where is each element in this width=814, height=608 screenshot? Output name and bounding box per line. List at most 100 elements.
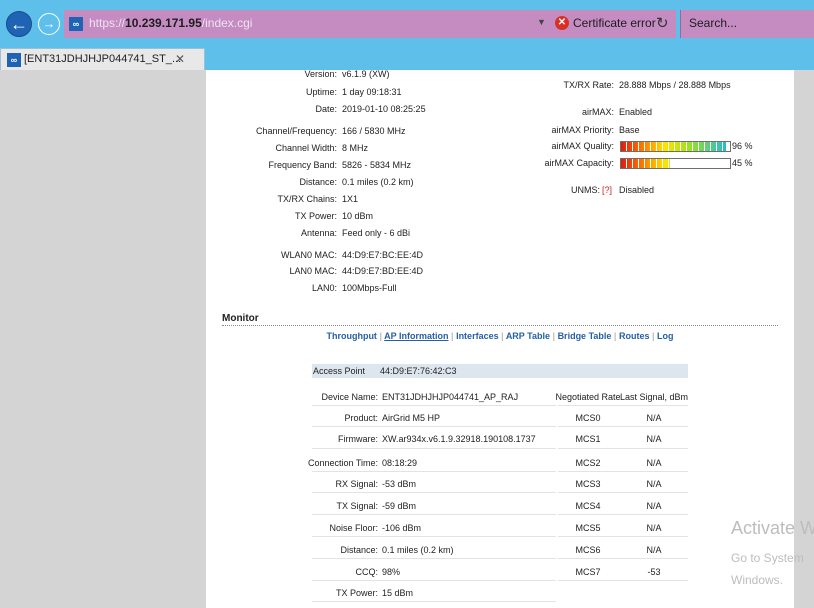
nav-link-bridge-table[interactable]: Bridge Table — [558, 331, 612, 341]
signal-cell: N/A — [646, 501, 662, 511]
airmax-label: airMAX: — [581, 107, 614, 117]
activation-watermark-line: Go to System — [731, 551, 804, 565]
url-host: 10.239.171.95 — [125, 16, 202, 30]
unms-help-link[interactable]: [?] — [602, 185, 612, 195]
detail-value: XW.ar934x.v6.1.9.32918.190108.1737 — [382, 434, 536, 444]
detail-label: TX Power: — [335, 588, 378, 598]
tab-active[interactable]: ∞ [ENT31JDHJHJP044741_ST_... ✕ — [0, 48, 205, 70]
col-header-signal: Last Signal, dBm — [620, 392, 689, 402]
detail-value: 0.1 miles (0.2 km) — [382, 545, 454, 555]
airmax-capacity-label: airMAX Capacity: — [544, 158, 614, 168]
tab-title: [ENT31JDHJHJP044741_ST_... — [24, 53, 182, 65]
activation-watermark-title: Activate W — [731, 518, 814, 538]
url-prefix: https:// — [89, 16, 126, 30]
detail-value: -106 dBm — [382, 523, 422, 533]
nav-link-interfaces[interactable]: Interfaces — [456, 331, 499, 341]
search-placeholder: Search... — [689, 16, 738, 30]
certificate-error-label[interactable]: Certificate error — [573, 16, 656, 30]
nav-link-throughput[interactable]: Throughput — [326, 331, 376, 341]
row-divider — [312, 558, 556, 559]
signal-cell: -53 — [647, 567, 661, 577]
row-divider — [312, 426, 556, 427]
refresh-icon[interactable]: ↻ — [656, 14, 669, 32]
tab-favicon-icon: ∞ — [7, 53, 21, 67]
detail-value: 98% — [382, 567, 401, 577]
signal-cell: N/A — [646, 434, 662, 444]
status-value: 44:D9:E7:BD:EE:4D — [342, 266, 424, 276]
signal-cell: N/A — [646, 479, 662, 489]
row-divider — [312, 448, 556, 449]
status-value: 1 day 09:18:31 — [342, 87, 402, 97]
detail-label: CCQ: — [355, 567, 379, 577]
url-dropdown-icon[interactable]: ▼ — [537, 17, 546, 27]
detail-label: Distance: — [340, 545, 378, 555]
detail-label: TX Signal: — [336, 501, 378, 511]
status-value: 166 / 5830 MHz — [342, 126, 406, 136]
rate-cell: MCS5 — [575, 523, 601, 533]
status-label: Date: — [315, 104, 337, 114]
row-divider — [558, 580, 688, 581]
ap-header-bar — [312, 364, 688, 378]
nav-link-log[interactable]: Log — [657, 331, 674, 341]
detail-value: ENT31JDHJHJP044741_AP_RAJ — [382, 392, 519, 402]
status-label: Uptime: — [305, 87, 337, 97]
status-label: LAN0 MAC: — [289, 266, 337, 276]
row-divider — [558, 492, 688, 493]
row-divider — [312, 601, 556, 602]
rate-cell: MCS2 — [575, 458, 601, 468]
status-label: LAN0: — [311, 283, 337, 293]
detail-label: Device Name: — [321, 392, 378, 402]
status-value: 5826 - 5834 MHz — [342, 160, 412, 170]
row-divider — [558, 426, 688, 427]
tab-bar: ∞ [ENT31JDHJHJP044741_ST_... ✕ — [0, 48, 814, 70]
status-label: Antenna: — [300, 228, 337, 238]
airmax-capacity-percent: 45 % — [732, 158, 753, 168]
row-divider — [312, 580, 556, 581]
airmax-quality-fill — [621, 142, 726, 151]
status-value: 0.1 miles (0.2 km) — [342, 177, 414, 187]
detail-value: AirGrid M5 HP — [382, 413, 441, 423]
row-divider — [312, 471, 556, 472]
status-value: 100Mbps-Full — [342, 283, 397, 293]
nav-separator: | — [501, 331, 504, 341]
ap-header-mac: 44:D9:E7:76:42:C3 — [380, 366, 457, 376]
status-label: TX/RX Chains: — [277, 194, 337, 204]
nav-link-arp-table[interactable]: ARP Table — [506, 331, 550, 341]
url-field[interactable]: ∞ https://10.239.171.95/index.cgi ▼ ✕ Ce… — [64, 10, 676, 38]
nav-link-routes[interactable]: Routes — [619, 331, 650, 341]
status-label: Frequency Band: — [268, 160, 337, 170]
status-label: Version: — [304, 70, 337, 79]
status-label: Distance: — [299, 177, 337, 187]
nav-link-ap-information[interactable]: AP Information — [384, 331, 448, 341]
forward-button[interactable]: → — [38, 13, 60, 35]
rate-cell: MCS6 — [575, 545, 601, 555]
rate-cell: MCS1 — [575, 434, 601, 444]
row-divider — [312, 536, 556, 537]
status-value: 8 MHz — [342, 143, 369, 153]
detail-value: -59 dBm — [382, 501, 417, 511]
row-divider — [558, 471, 688, 472]
status-label: WLAN0 MAC: — [280, 250, 337, 260]
left-gutter — [0, 70, 206, 608]
status-value: 10 dBm — [342, 211, 374, 221]
airmax-priority-value: Base — [619, 125, 640, 135]
search-input[interactable]: Search... — [680, 10, 814, 38]
certificate-error-icon[interactable]: ✕ — [555, 16, 569, 30]
tab-close-icon[interactable]: ✕ — [175, 52, 185, 66]
status-value: Feed only - 6 dBi — [342, 228, 411, 238]
status-value: 1X1 — [342, 194, 359, 204]
row-divider — [558, 405, 688, 406]
monitor-divider — [222, 325, 778, 326]
back-button[interactable]: ← — [6, 11, 32, 37]
url-path: /index.cgi — [201, 16, 253, 30]
row-divider — [558, 448, 688, 449]
status-value: 44:D9:E7:BC:EE:4D — [342, 250, 424, 260]
detail-label: Noise Floor: — [329, 523, 378, 533]
airmax-value: Enabled — [619, 107, 653, 117]
nav-separator: | — [613, 331, 617, 341]
rate-cell: MCS0 — [575, 413, 601, 423]
airmax-capacity-bar — [620, 158, 731, 169]
detail-label: Product: — [344, 413, 378, 423]
col-header-rate: Negotiated Rate — [555, 392, 621, 402]
status-value: 2019-01-10 08:25:25 — [342, 104, 426, 114]
